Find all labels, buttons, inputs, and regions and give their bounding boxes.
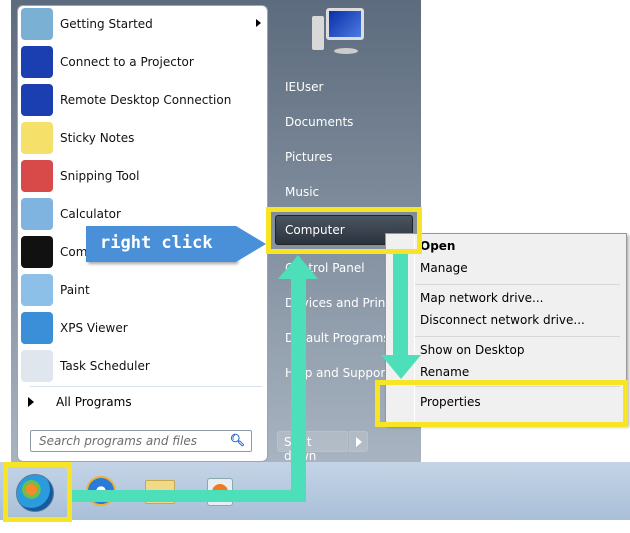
menu-separator xyxy=(415,336,620,337)
callout-text: right click xyxy=(100,233,213,253)
projector-icon xyxy=(21,46,53,78)
program-label: XPS Viewer xyxy=(60,321,128,335)
program-label: Remote Desktop Connection xyxy=(60,93,232,107)
program-item[interactable]: Snipping Tool xyxy=(21,158,261,194)
context-item-disconnect-network-drive[interactable]: Disconnect network drive... xyxy=(420,313,585,327)
context-item-show-on-desktop[interactable]: Show on Desktop xyxy=(420,343,524,357)
program-item[interactable]: Sticky Notes xyxy=(21,120,261,156)
program-item[interactable]: Connect to a Projector xyxy=(21,44,261,80)
start-button-highlight-box xyxy=(3,462,72,522)
guide-arrow-horizontal xyxy=(70,490,306,502)
program-item[interactable]: XPS Viewer xyxy=(21,310,261,346)
guide-arrowhead-down xyxy=(381,355,421,379)
getting-started-icon xyxy=(21,8,53,40)
program-item[interactable]: Getting Started xyxy=(21,6,261,42)
context-item-open[interactable]: Open xyxy=(420,239,455,253)
sticky-notes-icon xyxy=(21,122,53,154)
all-programs[interactable]: All Programs xyxy=(28,395,132,409)
search-input[interactable]: Search programs and files 🔍︎ xyxy=(30,430,252,452)
program-item[interactable]: Paint xyxy=(21,272,261,308)
triangle-right-icon xyxy=(356,437,362,447)
program-label: Connect to a Projector xyxy=(60,55,194,69)
right-click-callout: right click xyxy=(86,226,236,262)
context-item-manage[interactable]: Manage xyxy=(420,261,468,275)
shutdown-options-button[interactable] xyxy=(349,431,368,452)
all-programs-label: All Programs xyxy=(56,395,132,409)
right-item-ieuser[interactable]: IEUser xyxy=(285,80,323,94)
callout-arrowhead xyxy=(236,226,266,262)
program-label: Paint xyxy=(60,283,90,297)
menu-separator xyxy=(415,284,620,285)
guide-arrow-down xyxy=(393,253,408,359)
user-picture-computer-icon xyxy=(312,8,364,58)
program-label: Getting Started xyxy=(60,17,153,31)
snipping-tool-icon xyxy=(21,160,53,192)
shutdown-button[interactable]: Shut down xyxy=(277,431,348,463)
program-item[interactable]: Remote Desktop Connection xyxy=(21,82,261,118)
command-prompt-icon xyxy=(21,236,53,268)
properties-highlight-box xyxy=(375,380,628,427)
program-label: Calculator xyxy=(60,207,121,221)
calculator-icon xyxy=(21,198,53,230)
task-scheduler-icon xyxy=(21,350,53,382)
right-item-pictures[interactable]: Pictures xyxy=(285,150,333,164)
right-item-documents[interactable]: Documents xyxy=(285,115,353,129)
triangle-right-icon xyxy=(28,397,34,407)
program-label: Snipping Tool xyxy=(60,169,140,183)
paint-icon xyxy=(21,274,53,306)
context-item-rename[interactable]: Rename xyxy=(420,365,469,379)
search-placeholder: Search programs and files xyxy=(39,434,197,448)
right-item-computer[interactable]: Computer xyxy=(285,223,345,237)
submenu-arrow-icon xyxy=(256,19,261,27)
program-label: Task Scheduler xyxy=(60,359,150,373)
guide-arrowhead-up xyxy=(278,255,318,279)
program-label: Sticky Notes xyxy=(60,131,135,145)
remote-desktop-icon xyxy=(21,84,53,116)
program-item[interactable]: Task Scheduler xyxy=(21,348,261,384)
guide-arrow-vertical xyxy=(291,275,306,502)
separator xyxy=(30,386,262,387)
context-item-map-network-drive[interactable]: Map network drive... xyxy=(420,291,544,305)
search-icon[interactable]: 🔍︎ xyxy=(230,433,245,447)
right-item-music[interactable]: Music xyxy=(285,185,319,199)
xps-viewer-icon xyxy=(21,312,53,344)
